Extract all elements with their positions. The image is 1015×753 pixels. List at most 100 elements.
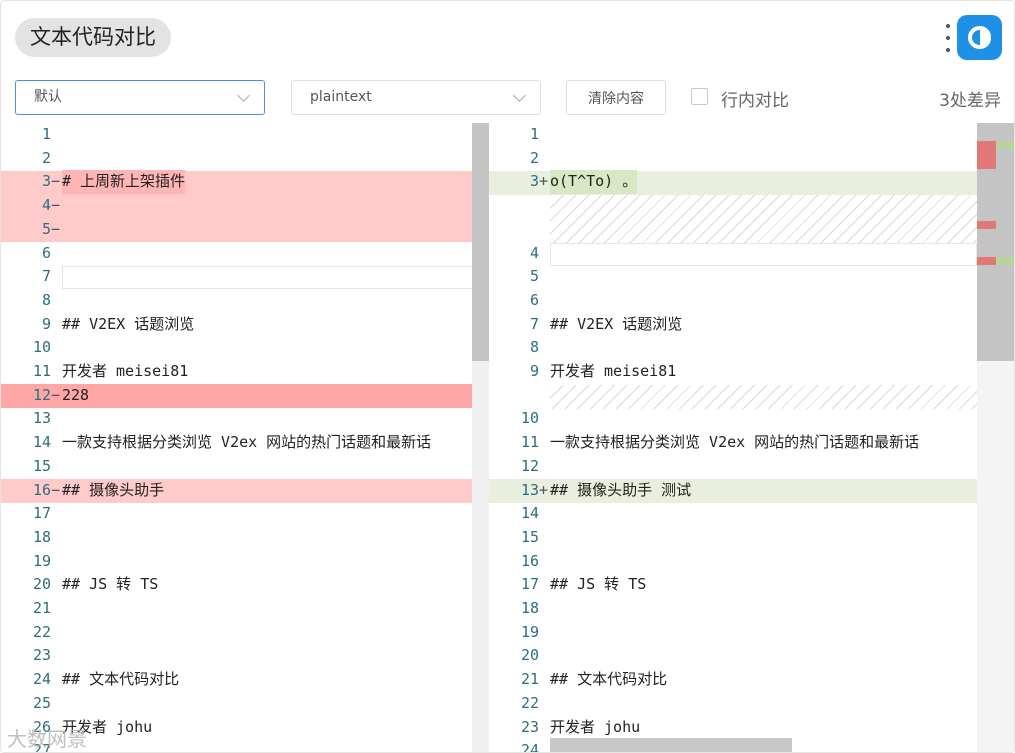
overview-deletion-mark bbox=[977, 221, 996, 229]
code-line[interactable]: 8 bbox=[489, 336, 977, 360]
diff-filler bbox=[550, 195, 977, 243]
code-line[interactable]: 16 bbox=[489, 550, 977, 574]
line-text: 228 bbox=[62, 385, 90, 404]
code-line[interactable]: 6 bbox=[1, 242, 489, 266]
code-line[interactable]: 3− # 上周新上架插件 bbox=[1, 170, 489, 195]
line-number: 4 bbox=[529, 243, 539, 262]
line-number: 5 bbox=[41, 219, 51, 238]
code-line[interactable]: 9 开发者 meisei81 bbox=[489, 360, 977, 384]
code-line[interactable]: 21 ## 文本代码对比 bbox=[489, 668, 977, 692]
code-line[interactable]: 17 bbox=[1, 502, 489, 526]
code-line[interactable]: 18 bbox=[489, 597, 977, 621]
line-number: 4 bbox=[41, 196, 51, 215]
diff-overview-ruler[interactable] bbox=[977, 123, 1014, 752]
line-text: 一款支持根据分类浏览 V2ex 网站的热门话题和最新话 bbox=[62, 433, 432, 452]
code-line[interactable]: 20 ## JS 转 TS bbox=[1, 573, 489, 597]
code-line[interactable]: 11 一款支持根据分类浏览 V2ex 网站的热门话题和最新话 bbox=[489, 431, 977, 455]
code-line[interactable]: 7 bbox=[1, 265, 489, 289]
clear-content-button[interactable]: 清除内容 bbox=[566, 80, 666, 115]
diff-count: 3处差异 bbox=[939, 91, 1001, 111]
code-line[interactable]: 5 bbox=[489, 265, 977, 289]
line-number: 2 bbox=[529, 148, 539, 167]
code-line[interactable]: 24 ## 文本代码对比 bbox=[1, 668, 489, 692]
code-line[interactable]: 12−228 bbox=[1, 384, 489, 408]
app-logo-icon[interactable] bbox=[957, 15, 1002, 60]
original-editor[interactable]: 1 2 3− # 上周新上架插件 4−5−6 7 8 9 ## V2EX 话题浏览 10 11 开发者… bbox=[1, 123, 489, 752]
code-line[interactable]: 17 ## JS 转 TS bbox=[489, 573, 977, 597]
code-line[interactable]: 4− bbox=[1, 194, 489, 218]
code-line[interactable]: 3 + o(T^To) 。 bbox=[489, 170, 977, 195]
code-line[interactable]: 11 开发者 meisei81 bbox=[1, 360, 489, 384]
line-number: 5 bbox=[529, 267, 539, 286]
code-line[interactable]: 2 bbox=[489, 147, 977, 171]
line-number: 13 bbox=[520, 480, 539, 499]
code-line[interactable]: 19 bbox=[489, 621, 977, 645]
code-line[interactable]: 8 bbox=[1, 289, 489, 313]
code-line[interactable]: 15 bbox=[489, 526, 977, 550]
line-number: 12 bbox=[520, 456, 539, 475]
code-line[interactable]: 20 bbox=[489, 644, 977, 668]
line-number: 16 bbox=[520, 551, 539, 570]
line-number: 18 bbox=[32, 527, 51, 546]
line-number: 25 bbox=[32, 693, 51, 712]
code-line[interactable]: 21 bbox=[1, 597, 489, 621]
line-number: 19 bbox=[32, 551, 51, 570]
code-line[interactable]: 2 bbox=[1, 147, 489, 171]
line-number: 15 bbox=[520, 527, 539, 546]
code-line[interactable]: 5− bbox=[1, 218, 489, 242]
code-line[interactable]: 15 bbox=[1, 455, 489, 479]
diff-marker: + bbox=[539, 480, 549, 499]
overview-deletion-mark bbox=[977, 141, 996, 169]
modified-editor[interactable]: 1 2 3 + o(T^To) 。 4 5 6 7 ## V2EX 话题浏览 8 9 开发者 meise… bbox=[489, 123, 977, 752]
bottom-scrollbar[interactable] bbox=[550, 738, 792, 752]
line-number: 7 bbox=[41, 267, 51, 286]
code-line[interactable]: 9 ## V2EX 话题浏览 bbox=[1, 313, 489, 337]
scrollbar-thumb[interactable] bbox=[472, 123, 489, 361]
code-line[interactable]: 1 bbox=[1, 123, 489, 147]
line-text: ## 文本代码对比 bbox=[550, 670, 668, 689]
inline-diff-checkbox[interactable] bbox=[691, 88, 708, 105]
line-text: ## JS 转 TS bbox=[62, 575, 159, 594]
code-line[interactable]: 18 bbox=[1, 526, 489, 550]
original-scrollbar[interactable] bbox=[472, 123, 489, 752]
code-line[interactable]: 23 开发者 johu bbox=[489, 716, 977, 740]
code-line[interactable]: 13 bbox=[1, 407, 489, 431]
line-number: 11 bbox=[32, 362, 51, 380]
code-line[interactable]: 22 bbox=[489, 692, 977, 716]
code-line[interactable]: 12 bbox=[489, 455, 977, 479]
compare-mode-select[interactable]: 默认 bbox=[15, 80, 265, 115]
kebab-menu-icon[interactable] bbox=[943, 24, 953, 52]
code-line[interactable]: 25 bbox=[1, 692, 489, 716]
line-text: ## 摄像头助手 测试 bbox=[550, 480, 692, 499]
code-line[interactable]: 7 ## V2EX 话题浏览 bbox=[489, 313, 977, 337]
line-number: 3 bbox=[41, 172, 51, 191]
line-number: 12 bbox=[32, 385, 51, 404]
compare-mode-value: 默认 bbox=[34, 89, 62, 105]
code-line[interactable]: 10 bbox=[489, 407, 977, 431]
code-line[interactable]: 16− ## 摄像头助手 bbox=[1, 479, 489, 503]
line-number: 19 bbox=[520, 622, 539, 641]
diff-marker: + bbox=[539, 172, 549, 191]
code-line[interactable]: 10 bbox=[1, 336, 489, 360]
line-text: ## JS 转 TS bbox=[550, 575, 647, 594]
code-line[interactable]: 1 bbox=[489, 123, 977, 147]
line-number: 7 bbox=[529, 314, 539, 333]
code-line[interactable]: 23 bbox=[1, 644, 489, 668]
line-number: 22 bbox=[520, 693, 539, 712]
code-line[interactable]: 22 bbox=[1, 621, 489, 645]
line-number: 20 bbox=[520, 646, 539, 665]
inline-diff-label[interactable]: 行内对比 bbox=[721, 86, 789, 111]
language-select[interactable]: plaintext bbox=[291, 80, 541, 115]
app-window: 文本代码对比 默认 plaintext 清除内容 行内对比 3处差异 1 2 3− #… bbox=[0, 0, 1015, 753]
code-line[interactable]: 19 bbox=[1, 550, 489, 574]
code-line[interactable]: 6 bbox=[489, 289, 977, 313]
line-number: 2 bbox=[41, 148, 51, 167]
code-line[interactable]: 14 bbox=[489, 502, 977, 526]
code-line[interactable]: 4 bbox=[489, 242, 977, 266]
code-line[interactable]: 14 一款支持根据分类浏览 V2ex 网站的热门话题和最新话 bbox=[1, 431, 489, 455]
line-number: 6 bbox=[529, 290, 539, 309]
diff-marker: − bbox=[51, 480, 61, 499]
line-number: 20 bbox=[32, 575, 51, 594]
code-line[interactable]: 13 + ## 摄像头助手 测试 bbox=[489, 479, 977, 503]
line-number: 9 bbox=[41, 314, 51, 333]
